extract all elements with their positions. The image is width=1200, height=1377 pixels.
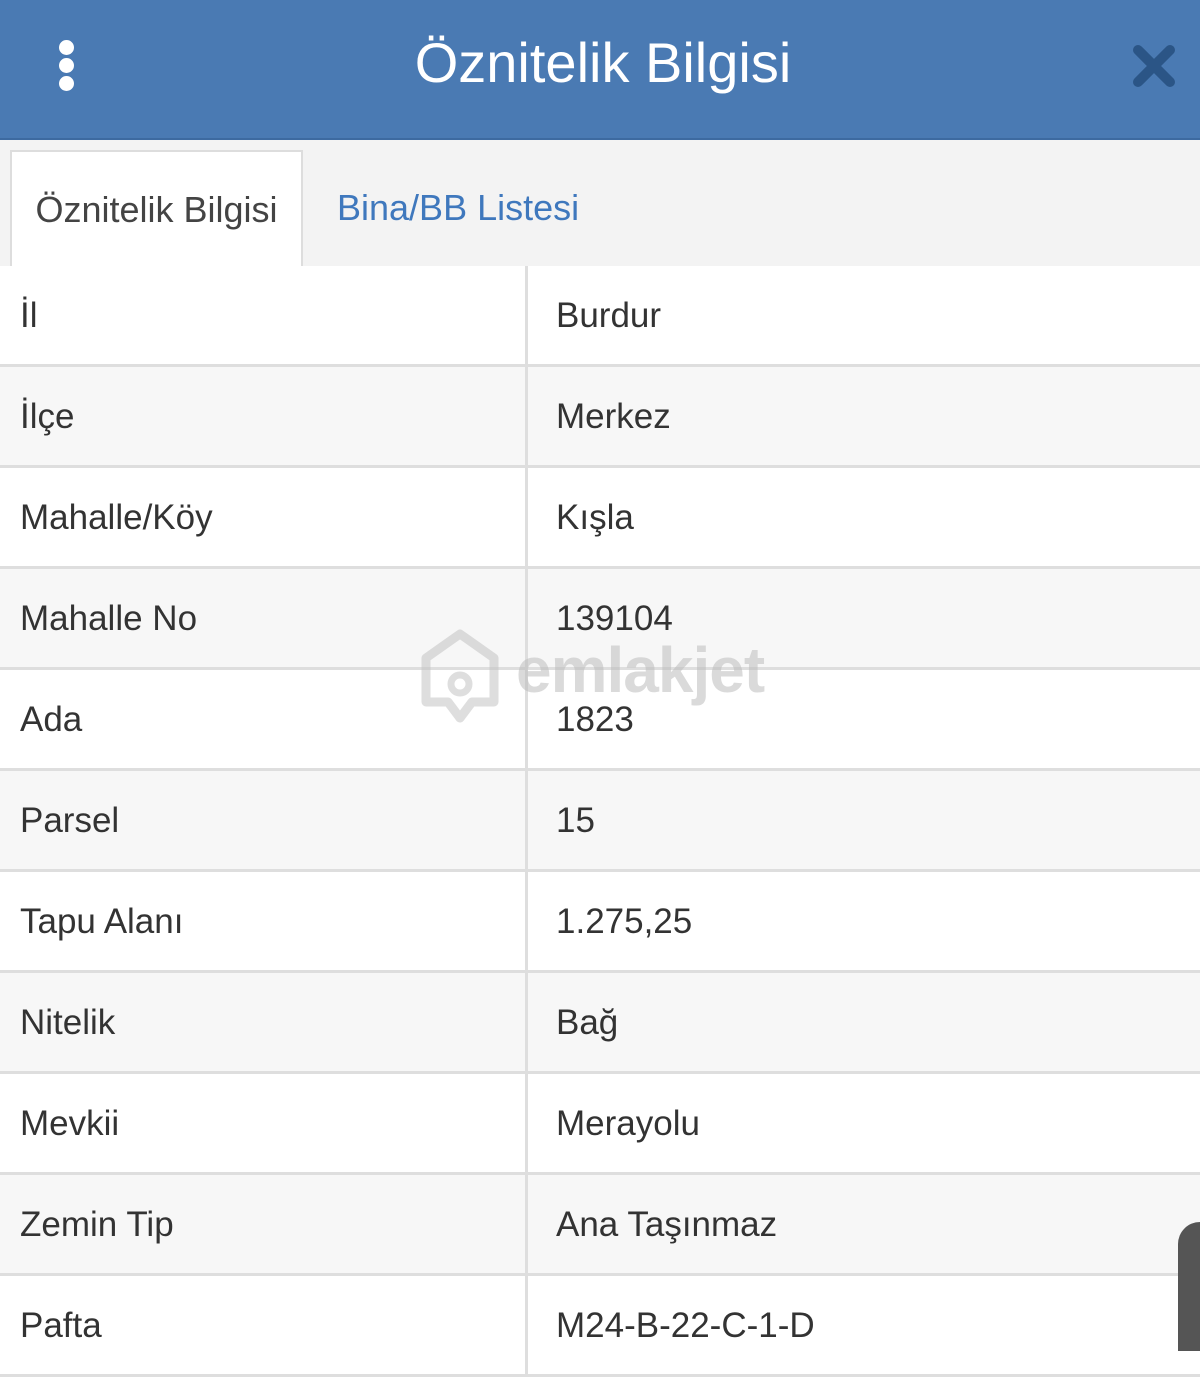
dialog-title: Öznitelik Bilgisi [414, 31, 792, 94]
row-value: M24-B-22-C-1-D [556, 1306, 815, 1345]
table-row: İl Burdur [0, 266, 1200, 367]
attribute-table: İl Burdur İlçe Merkez Mahalle/Köy Kışla … [0, 266, 1200, 1377]
row-value: Bağ [556, 1003, 619, 1042]
row-value: Kışla [556, 498, 634, 537]
row-label: Ada [0, 670, 528, 768]
table-row: Ada 1823 [0, 670, 1200, 771]
tab-bar: Öznitelik Bilgisi Bina/BB Listesi [0, 140, 1200, 268]
row-label: Nitelik [0, 973, 528, 1071]
table-row: Pafta M24-B-22-C-1-D [0, 1276, 1200, 1377]
row-value: Burdur [556, 296, 662, 335]
table-row: Mahalle/Köy Kışla [0, 468, 1200, 569]
row-label: Zemin Tip [0, 1175, 528, 1273]
table-row: Zemin Tip Ana Taşınmaz [0, 1175, 1200, 1276]
row-value: 1.275,25 [556, 902, 693, 941]
row-label: Mahalle/Köy [0, 468, 528, 566]
row-value: Ana Taşınmaz [556, 1205, 778, 1244]
row-value: 15 [556, 801, 595, 840]
table-row: Parsel 15 [0, 771, 1200, 872]
row-label: İlçe [0, 367, 528, 465]
row-value: 1823 [556, 700, 634, 739]
corner-shadow [1178, 1222, 1200, 1351]
row-value: Merkez [556, 397, 671, 436]
row-value: Merayolu [556, 1104, 700, 1143]
dialog-header: Öznitelik Bilgisi [0, 0, 1200, 140]
row-label: Pafta [0, 1276, 528, 1374]
table-row: Mevkii Merayolu [0, 1074, 1200, 1175]
tab-bina-bb-listesi[interactable]: Bina/BB Listesi [337, 150, 579, 266]
row-label: Parsel [0, 771, 528, 869]
table-row: Mahalle No 139104 [0, 569, 1200, 670]
table-row: İlçe Merkez [0, 367, 1200, 468]
table-row: Tapu Alanı 1.275,25 [0, 872, 1200, 973]
row-label: Mahalle No [0, 569, 528, 667]
close-icon[interactable] [1132, 44, 1176, 88]
row-label: Mevkii [0, 1074, 528, 1172]
row-label: Tapu Alanı [0, 872, 528, 970]
row-value: 139104 [556, 599, 673, 638]
row-label: İl [0, 266, 528, 364]
tab-oznitelik-bilgisi[interactable]: Öznitelik Bilgisi [10, 150, 303, 268]
table-row: Nitelik Bağ [0, 973, 1200, 1074]
